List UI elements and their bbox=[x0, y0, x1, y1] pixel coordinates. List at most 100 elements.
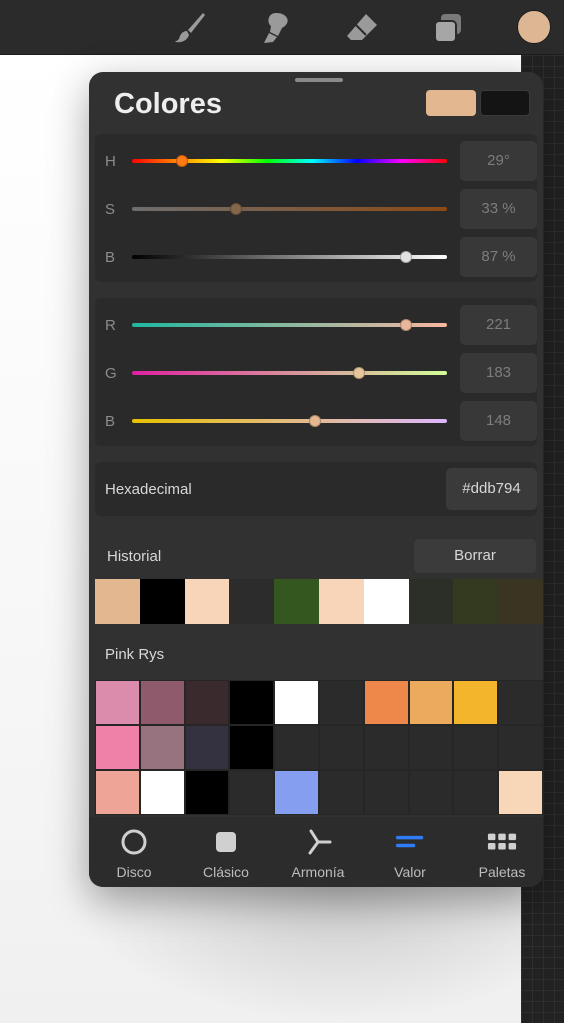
primary-color-swatch[interactable] bbox=[426, 90, 476, 116]
blue-slider-thumb[interactable] bbox=[308, 415, 321, 427]
palette-swatch[interactable] bbox=[95, 725, 140, 770]
palette-swatch[interactable] bbox=[139, 770, 185, 815]
clear-history-button[interactable]: Borrar bbox=[414, 539, 536, 573]
palette-swatch[interactable] bbox=[318, 725, 364, 770]
secondary-color-swatch[interactable] bbox=[480, 90, 530, 116]
panel-drag-handle[interactable] bbox=[295, 78, 343, 82]
current-color-button[interactable] bbox=[517, 10, 551, 44]
palette-swatch[interactable] bbox=[453, 680, 499, 725]
palette-swatch[interactable] bbox=[95, 680, 140, 725]
brightness-row: B 87 % bbox=[95, 235, 537, 279]
red-value[interactable]: 221 bbox=[460, 305, 537, 345]
history-label: Historial bbox=[107, 548, 162, 565]
palette-swatch[interactable] bbox=[363, 725, 409, 770]
color-mode-tabbar: Disco Clásico Armonía Valor Paletas bbox=[89, 817, 543, 887]
red-label: R bbox=[105, 317, 116, 334]
palette-swatch[interactable] bbox=[318, 770, 364, 815]
palette-name: Pink Rys bbox=[105, 646, 165, 663]
palette-swatch[interactable] bbox=[318, 680, 364, 725]
history-swatch[interactable] bbox=[453, 579, 499, 624]
tab-valor[interactable]: Valor bbox=[365, 817, 455, 887]
palette-swatch[interactable] bbox=[408, 725, 454, 770]
green-value[interactable]: 183 bbox=[460, 353, 537, 393]
history-swatch[interactable] bbox=[318, 579, 364, 624]
history-swatch[interactable] bbox=[363, 579, 409, 624]
palette-swatch[interactable] bbox=[408, 680, 454, 725]
brush-icon[interactable] bbox=[170, 8, 210, 48]
eraser-icon[interactable] bbox=[342, 8, 382, 48]
green-slider[interactable] bbox=[132, 371, 447, 375]
history-swatch[interactable] bbox=[95, 579, 140, 624]
tab-paletas[interactable]: Paletas bbox=[457, 817, 543, 887]
brightness-slider-thumb[interactable] bbox=[400, 251, 413, 263]
palette-swatch[interactable] bbox=[184, 725, 230, 770]
saturation-value[interactable]: 33 % bbox=[460, 189, 537, 229]
palette-swatch[interactable] bbox=[408, 770, 454, 815]
palette-swatches bbox=[95, 680, 543, 815]
palette-swatch[interactable] bbox=[229, 680, 275, 725]
blue-row: B 148 bbox=[95, 399, 537, 443]
saturation-slider-thumb[interactable] bbox=[229, 203, 242, 215]
palette-swatch[interactable] bbox=[498, 680, 543, 725]
history-swatch[interactable] bbox=[274, 579, 319, 624]
history-swatch[interactable] bbox=[184, 579, 230, 624]
palette-swatch[interactable] bbox=[229, 725, 275, 770]
smudge-icon[interactable] bbox=[256, 8, 296, 48]
panel-title: Colores bbox=[114, 88, 222, 120]
palette-swatch[interactable] bbox=[95, 770, 140, 815]
hex-input[interactable]: #ddb794 bbox=[446, 468, 537, 510]
disc-icon bbox=[119, 827, 149, 857]
history-swatch[interactable] bbox=[498, 579, 543, 624]
hex-section: Hexadecimal #ddb794 bbox=[95, 462, 537, 516]
palette-swatch[interactable] bbox=[498, 770, 543, 815]
palette-swatch[interactable] bbox=[274, 680, 319, 725]
tab-clasico[interactable]: Clásico bbox=[181, 817, 271, 887]
hue-slider-thumb[interactable] bbox=[176, 155, 189, 167]
hex-label: Hexadecimal bbox=[105, 481, 192, 498]
palette-swatch[interactable] bbox=[453, 725, 499, 770]
red-row: R 221 bbox=[95, 303, 537, 347]
tab-label: Armonía bbox=[291, 864, 345, 880]
palette-swatch[interactable] bbox=[184, 680, 230, 725]
history-swatch[interactable] bbox=[139, 579, 185, 624]
top-toolbar bbox=[0, 0, 564, 55]
palette-swatch[interactable] bbox=[363, 680, 409, 725]
green-slider-thumb[interactable] bbox=[352, 367, 365, 379]
tab-label: Valor bbox=[394, 864, 426, 880]
blue-value[interactable]: 148 bbox=[460, 401, 537, 441]
history-swatch[interactable] bbox=[229, 579, 275, 624]
value-icon bbox=[395, 827, 425, 857]
palette-swatch[interactable] bbox=[453, 770, 499, 815]
history-swatches bbox=[95, 579, 543, 624]
green-label: G bbox=[105, 365, 117, 382]
hue-label: H bbox=[105, 153, 116, 170]
saturation-slider[interactable] bbox=[132, 207, 447, 211]
palette-swatch[interactable] bbox=[498, 725, 543, 770]
red-slider-thumb[interactable] bbox=[400, 319, 413, 331]
brightness-label: B bbox=[105, 249, 116, 266]
classic-icon bbox=[211, 827, 241, 857]
palette-swatch[interactable] bbox=[274, 770, 319, 815]
colors-panel: Colores H 29° S 33 % B 87 % R 221 G 183 … bbox=[89, 72, 543, 887]
blue-slider[interactable] bbox=[132, 419, 447, 423]
palette-swatch[interactable] bbox=[363, 770, 409, 815]
green-row: G 183 bbox=[95, 351, 537, 395]
tab-armonia[interactable]: Armonía bbox=[273, 817, 363, 887]
history-swatch[interactable] bbox=[408, 579, 454, 624]
layers-icon[interactable] bbox=[428, 8, 468, 48]
palettes-icon bbox=[487, 827, 517, 857]
palette-swatch[interactable] bbox=[139, 725, 185, 770]
palette-swatch[interactable] bbox=[274, 725, 319, 770]
palette-swatch[interactable] bbox=[229, 770, 275, 815]
tab-label: Paletas bbox=[478, 864, 526, 880]
hsb-section: H 29° S 33 % B 87 % bbox=[95, 134, 537, 282]
rgb-section: R 221 G 183 B 148 bbox=[95, 298, 537, 446]
palette-swatch[interactable] bbox=[139, 680, 185, 725]
harmony-icon bbox=[303, 827, 333, 857]
palette-swatch[interactable] bbox=[184, 770, 230, 815]
hue-row: H 29° bbox=[95, 139, 537, 183]
tab-disco[interactable]: Disco bbox=[89, 817, 179, 887]
hue-value[interactable]: 29° bbox=[460, 141, 537, 181]
saturation-label: S bbox=[105, 201, 116, 218]
brightness-value[interactable]: 87 % bbox=[460, 237, 537, 277]
